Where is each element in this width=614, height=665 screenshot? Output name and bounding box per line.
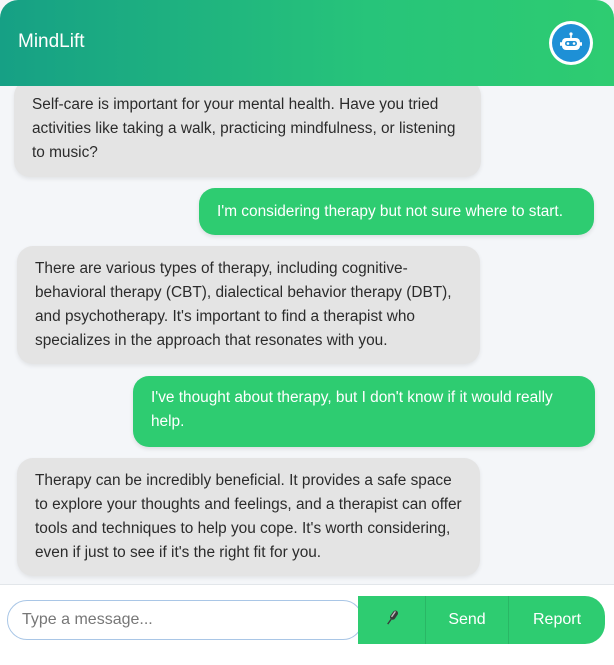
microphone-button[interactable] <box>358 596 426 644</box>
composer-actions: Send Report <box>358 596 605 644</box>
send-button[interactable]: Send <box>426 596 509 644</box>
report-button[interactable]: Report <box>509 596 605 644</box>
message-list[interactable]: Self-care is important for your mental h… <box>0 86 614 584</box>
bot-message: Self-care is important for your mental h… <box>14 86 481 177</box>
robot-icon <box>552 24 590 62</box>
bot-message: Therapy can be incredibly beneficial. It… <box>17 458 480 576</box>
user-message: I've thought about therapy, but I don't … <box>133 376 595 447</box>
chat-header: MindLift <box>0 0 614 86</box>
bot-message: There are various types of therapy, incl… <box>17 246 480 364</box>
chat-app: MindLift Self-care is important for your… <box>0 0 614 665</box>
message-input-wrapper <box>7 600 363 640</box>
message-composer: Send Report <box>0 585 614 665</box>
bot-avatar <box>549 21 593 65</box>
user-message: I'm considering therapy but not sure whe… <box>199 188 594 235</box>
microphone-icon <box>382 608 402 633</box>
app-title: MindLift <box>18 31 85 52</box>
message-input[interactable] <box>22 608 342 632</box>
